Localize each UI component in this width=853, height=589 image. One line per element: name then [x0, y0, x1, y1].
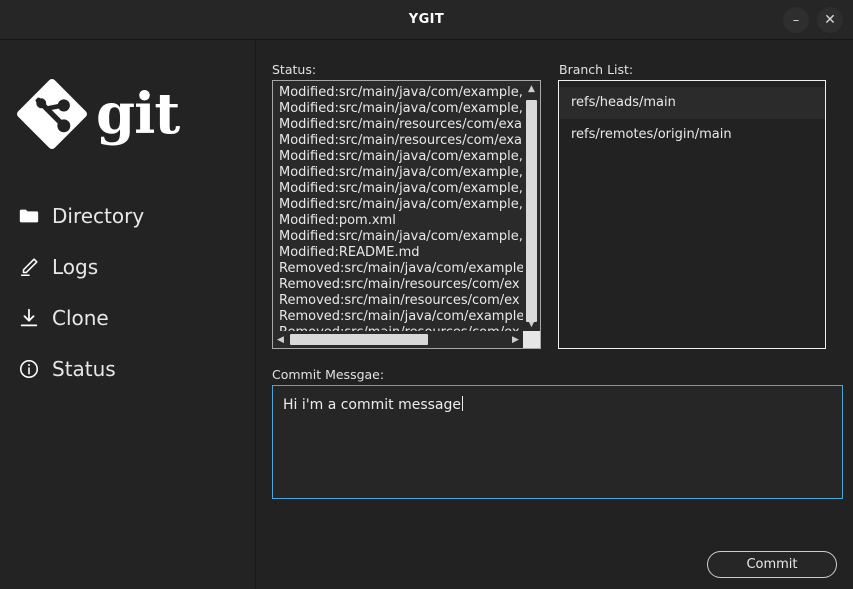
- status-label: Status:: [272, 62, 317, 77]
- horizontal-scroll-thumb[interactable]: [290, 334, 428, 345]
- list-item[interactable]: Removed:src/main/resources/com/ex: [279, 277, 523, 293]
- sidebar-item-directory[interactable]: Directory: [0, 190, 255, 241]
- list-item[interactable]: Modified:src/main/java/com/example,: [279, 85, 523, 101]
- list-item[interactable]: Modified:src/main/java/com/example,: [279, 181, 523, 197]
- branch-list[interactable]: refs/heads/main refs/remotes/origin/main: [558, 80, 826, 349]
- horizontal-scroll-track[interactable]: [288, 331, 508, 348]
- titlebar: YGIT – ✕: [0, 0, 853, 40]
- list-item[interactable]: Modified:src/main/java/com/example,: [279, 101, 523, 117]
- list-item[interactable]: Modified:src/main/java/com/example,: [279, 149, 523, 165]
- chevron-up-icon[interactable]: ▲: [523, 81, 540, 96]
- logo-wordmark: git: [96, 81, 180, 147]
- chevron-right-icon[interactable]: ▶: [508, 331, 523, 348]
- commit-message-input[interactable]: Hi i'm a commit message: [272, 385, 843, 499]
- body: git Directory Logs Clone Status Status: …: [0, 40, 853, 589]
- sidebar-nav: Directory Logs Clone Status: [0, 190, 255, 394]
- commit-message-label: Commit Messgae:: [272, 367, 385, 382]
- list-item[interactable]: Modified:src/main/java/com/example,: [279, 229, 523, 245]
- sidebar-item-clone[interactable]: Clone: [0, 292, 255, 343]
- download-icon: [16, 305, 42, 331]
- list-item[interactable]: Removed:src/main/resources/com/ex: [279, 293, 523, 309]
- sidebar: git Directory Logs Clone Status: [0, 40, 256, 589]
- pencil-icon: [16, 254, 42, 280]
- status-list[interactable]: Modified:src/main/java/com/example, Modi…: [272, 80, 541, 349]
- git-logo-icon: [14, 76, 90, 152]
- branch-list-label: Branch List:: [559, 62, 634, 77]
- commit-message-value: Hi i'm a commit message: [283, 397, 462, 413]
- status-horizontal-scrollbar[interactable]: ◀ ▶: [273, 331, 523, 348]
- sidebar-item-label: Status: [52, 356, 116, 381]
- vertical-scroll-thumb[interactable]: [526, 100, 537, 322]
- window-controls: – ✕: [783, 0, 843, 40]
- sidebar-item-status[interactable]: Status: [0, 343, 255, 394]
- text-caret: [462, 396, 464, 411]
- branch-list-item[interactable]: refs/heads/main: [559, 87, 825, 119]
- window-title: YGIT: [408, 12, 445, 27]
- status-vertical-scrollbar[interactable]: ▲ ▼: [523, 81, 540, 331]
- folder-icon: [16, 203, 42, 229]
- list-item[interactable]: Modified:src/main/resources/com/exa: [279, 133, 523, 149]
- main-content: Status: Modified:src/main/java/com/examp…: [256, 40, 853, 589]
- close-icon[interactable]: ✕: [817, 7, 843, 33]
- sidebar-item-label: Directory: [52, 203, 145, 228]
- list-item[interactable]: Modified:README.md: [279, 245, 523, 261]
- commit-button[interactable]: Commit: [707, 551, 837, 578]
- ygit-window: YGIT – ✕ git Directory Logs Clone Status…: [0, 0, 853, 589]
- vertical-scroll-track[interactable]: [523, 96, 540, 322]
- list-item[interactable]: Modified:src/main/java/com/example,: [279, 165, 523, 181]
- scrollbar-corner: [523, 331, 540, 348]
- list-item[interactable]: Removed:src/main/java/com/example: [279, 261, 523, 277]
- sidebar-item-logs[interactable]: Logs: [0, 241, 255, 292]
- sidebar-item-label: Logs: [52, 254, 99, 279]
- list-item[interactable]: Modified:src/main/resources/com/exa: [279, 117, 523, 133]
- minimize-icon[interactable]: –: [783, 7, 809, 33]
- info-circle-icon: [16, 356, 42, 382]
- list-item[interactable]: Removed:src/main/java/com/example: [279, 309, 523, 325]
- chevron-left-icon[interactable]: ◀: [273, 331, 288, 348]
- sidebar-item-label: Clone: [52, 305, 109, 330]
- branch-list-item[interactable]: refs/remotes/origin/main: [559, 119, 825, 151]
- app-logo: git: [0, 50, 255, 160]
- status-list-items: Modified:src/main/java/com/example, Modi…: [273, 81, 523, 331]
- list-item[interactable]: Modified:src/main/java/com/example,: [279, 197, 523, 213]
- list-item[interactable]: Modified:pom.xml: [279, 213, 523, 229]
